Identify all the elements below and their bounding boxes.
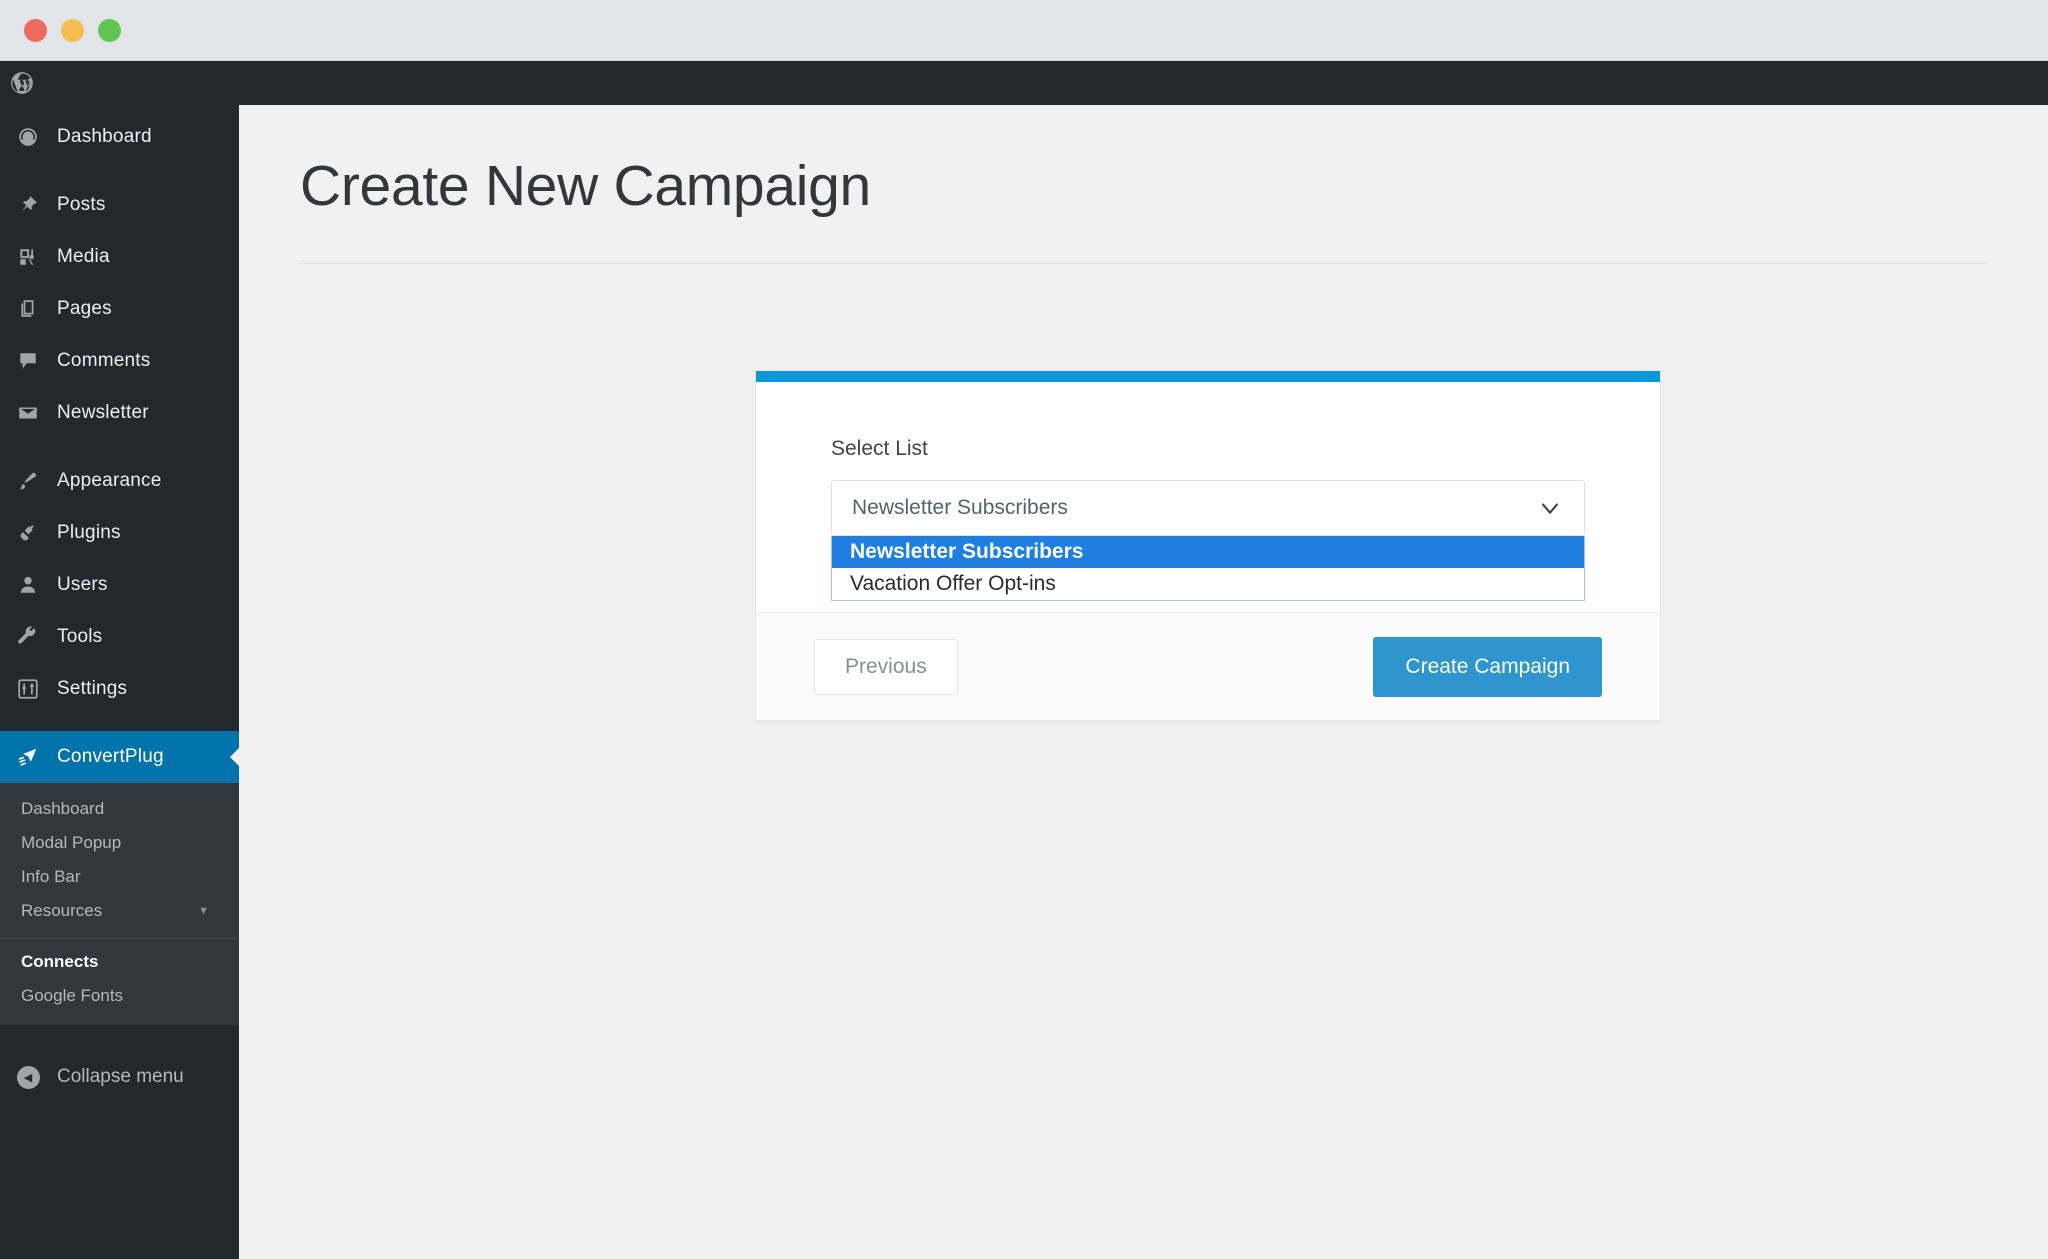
chevron-down-icon: ▼	[198, 905, 209, 917]
envelope-icon	[9, 402, 47, 424]
select-list-label: Select List	[831, 437, 928, 460]
pin-icon	[9, 194, 47, 216]
dropdown-option-newsletter-subscribers[interactable]: Newsletter Subscribers	[832, 536, 1584, 568]
submenu-item-dashboard[interactable]: Dashboard	[0, 792, 239, 826]
select-list-value: Newsletter Subscribers	[852, 496, 1068, 519]
sidebar-item-plugins[interactable]: Plugins	[0, 507, 239, 559]
comment-icon	[9, 350, 47, 372]
collapse-arrow-icon: ◀	[9, 1065, 47, 1089]
sidebar-item-users[interactable]: Users	[0, 559, 239, 611]
close-window-button[interactable]	[24, 18, 47, 42]
sidebar-item-convertplug[interactable]: ConvertPlug	[0, 731, 239, 783]
sidebar-divider	[0, 715, 239, 731]
traffic-light-group	[24, 18, 121, 42]
sidebar-item-label: Tools	[57, 626, 103, 647]
sidebar-item-label: Pages	[57, 298, 112, 319]
dropdown-option-vacation-offer-opt-ins[interactable]: Vacation Offer Opt-ins	[832, 568, 1584, 600]
previous-button[interactable]: Previous	[814, 638, 958, 695]
collapse-menu-button[interactable]: ◀ Collapse menu	[0, 1051, 239, 1103]
sidebar-item-comments[interactable]: Comments	[0, 335, 239, 387]
main-content: Create New Campaign Select List Newslett…	[239, 105, 2048, 1259]
plug-icon	[9, 522, 47, 544]
submenu-item-info-bar[interactable]: Info Bar	[0, 860, 239, 894]
media-icon	[9, 246, 47, 268]
sidebar-item-label: ConvertPlug	[57, 746, 164, 767]
select-list-wrapper: Newsletter Subscribers Newsletter Subscr…	[831, 480, 1585, 601]
sidebar-item-posts[interactable]: Posts	[0, 179, 239, 231]
sidebar-item-settings[interactable]: Settings	[0, 663, 239, 715]
sidebar-divider	[0, 163, 239, 179]
create-campaign-button[interactable]: Create Campaign	[1373, 636, 1602, 697]
sidebar-item-pages[interactable]: Pages	[0, 283, 239, 335]
wordpress-logo-icon[interactable]	[9, 70, 35, 96]
convertplug-submenu: Dashboard Modal Popup Info Bar Resources…	[0, 783, 239, 1025]
sidebar-item-newsletter[interactable]: Newsletter	[0, 387, 239, 439]
user-icon	[9, 574, 47, 596]
dropdown-option-label: Vacation Offer Opt-ins	[850, 572, 1056, 595]
submenu-item-label: Resources	[21, 901, 103, 920]
dropdown-option-label: Newsletter Subscribers	[850, 540, 1084, 563]
minimize-window-button[interactable]	[61, 18, 84, 42]
dashboard-icon	[9, 126, 47, 148]
window-titlebar	[0, 0, 2048, 61]
select-list-input[interactable]: Newsletter Subscribers	[831, 480, 1585, 536]
card-footer: Previous Create Campaign	[756, 612, 1660, 720]
sidebar-divider	[0, 439, 239, 455]
card-accent-bar	[756, 371, 1660, 382]
submenu-item-label: Dashboard	[21, 799, 105, 818]
chevron-down-icon[interactable]	[1536, 494, 1564, 522]
select-list-dropdown[interactable]: Newsletter Subscribers Vacation Offer Op…	[831, 536, 1585, 601]
convertplug-icon	[9, 745, 47, 769]
sidebar-item-appearance[interactable]: Appearance	[0, 455, 239, 507]
submenu-item-google-fonts[interactable]: Google Fonts	[0, 979, 239, 1013]
submenu-item-label: Google Fonts	[21, 986, 124, 1005]
submenu-item-label: Connects	[21, 952, 99, 971]
sidebar-item-media[interactable]: Media	[0, 231, 239, 283]
admin-sidebar: Dashboard Posts Media Pages Comments New…	[0, 105, 239, 1259]
sidebar-item-label: Settings	[57, 678, 128, 699]
pages-icon	[9, 298, 47, 320]
sidebar-item-label: Appearance	[57, 470, 162, 491]
submenu-item-connects[interactable]: Connects	[0, 945, 239, 979]
page-title: Create New Campaign	[300, 154, 871, 218]
zoom-window-button[interactable]	[98, 18, 121, 42]
sliders-icon	[9, 678, 47, 700]
brush-icon	[9, 470, 47, 492]
wp-admin-bar	[0, 61, 2048, 105]
card-body: Select List Newsletter Subscribers Newsl…	[756, 382, 1660, 612]
sidebar-item-label: Dashboard	[57, 126, 152, 147]
title-divider	[299, 263, 1988, 264]
submenu-item-label: Info Bar	[21, 867, 81, 886]
collapse-arrow-glyph: ◀	[16, 1065, 40, 1089]
submenu-divider	[0, 938, 239, 939]
sidebar-item-label: Media	[57, 246, 110, 267]
wrench-icon	[9, 626, 47, 648]
collapse-menu-label: Collapse menu	[57, 1066, 184, 1087]
sidebar-item-label: Plugins	[57, 522, 121, 543]
submenu-item-label: Modal Popup	[21, 833, 122, 852]
sidebar-item-label: Comments	[57, 350, 151, 371]
sidebar-item-dashboard[interactable]: Dashboard	[0, 111, 239, 163]
sidebar-item-label: Newsletter	[57, 402, 149, 423]
sidebar-item-tools[interactable]: Tools	[0, 611, 239, 663]
submenu-item-resources[interactable]: Resources ▼	[0, 894, 239, 928]
submenu-item-modal-popup[interactable]: Modal Popup	[0, 826, 239, 860]
campaign-card: Select List Newsletter Subscribers Newsl…	[755, 370, 1661, 721]
sidebar-item-label: Users	[57, 574, 108, 595]
sidebar-item-label: Posts	[57, 194, 106, 215]
